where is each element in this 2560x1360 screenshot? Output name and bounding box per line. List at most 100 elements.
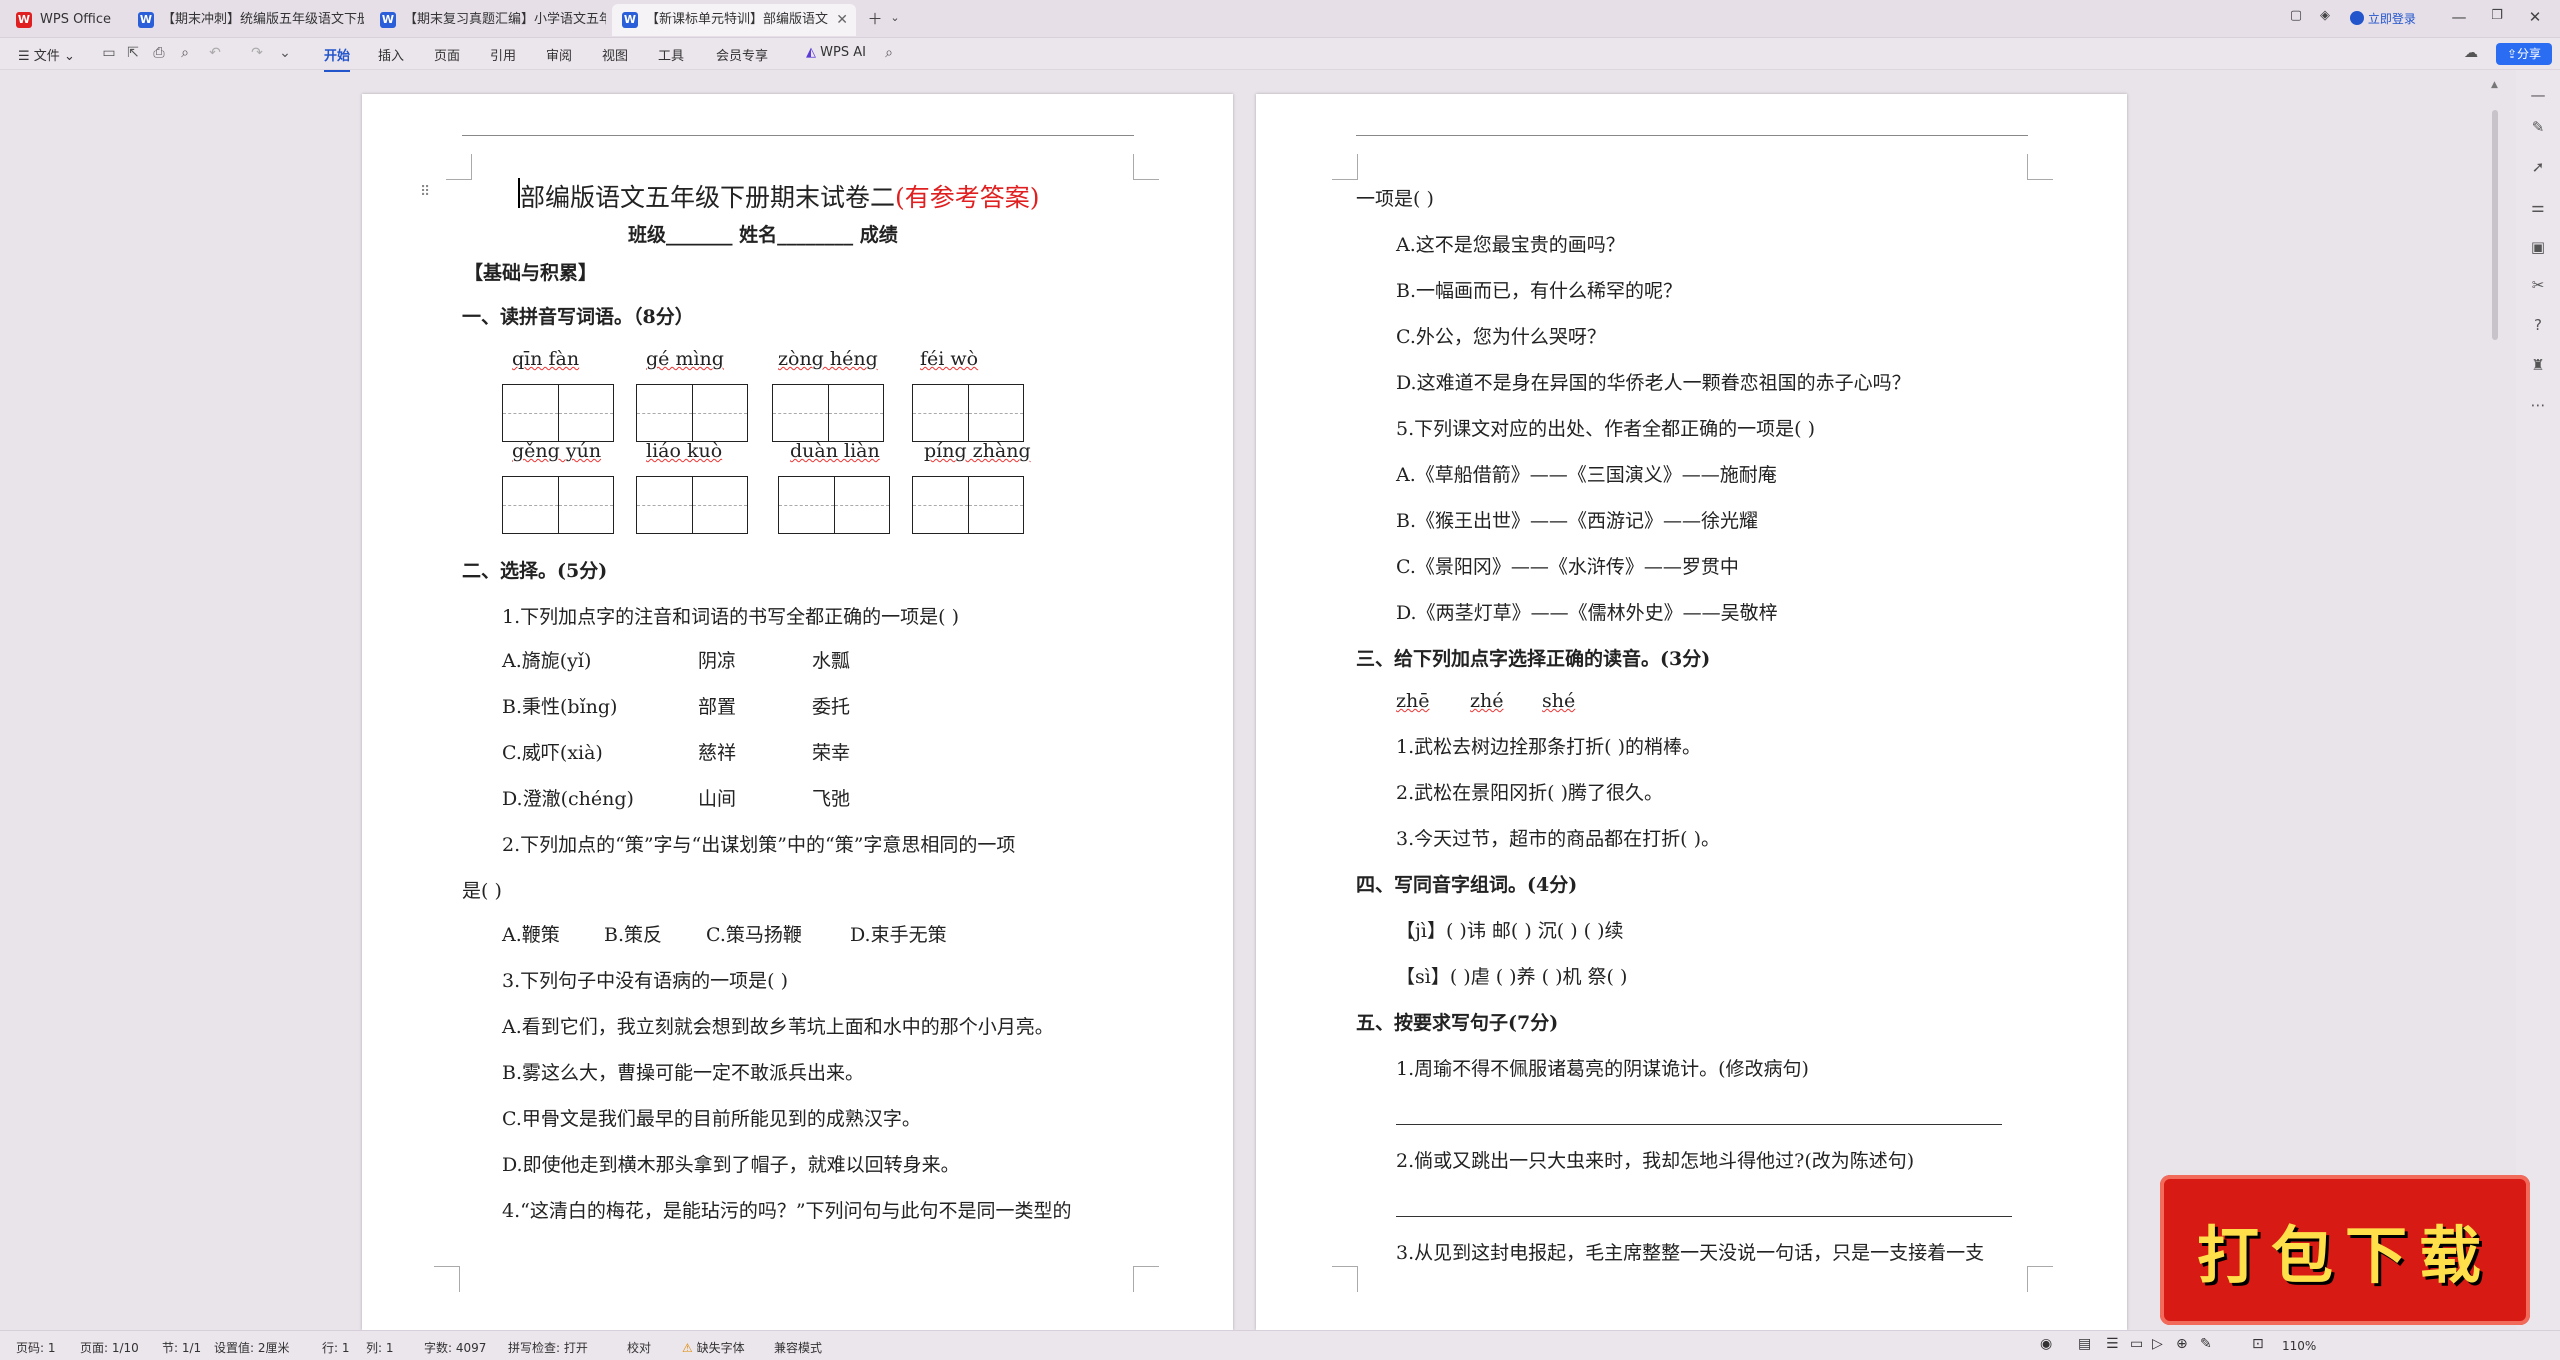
writing-grid[interactable]: [778, 476, 890, 534]
image-icon[interactable]: ▣: [2528, 238, 2548, 258]
cursor-icon[interactable]: ➚: [2528, 158, 2548, 178]
option-text: B.雾这么大，曹操可能一定不敢派兵出来。: [502, 1062, 865, 1084]
question-text: 【sì】( )虐 ( )养 ( )机 祭( ): [1396, 966, 1628, 988]
web-view-icon[interactable]: ▭: [2130, 1336, 2143, 1352]
crop-mark: [1133, 1266, 1159, 1292]
tab-view[interactable]: 视图: [602, 45, 628, 64]
option-text: C.甲骨文是我们最早的目前所能见到的成熟汉字。: [502, 1108, 921, 1130]
print-preview-icon[interactable]: ⌕: [176, 44, 194, 62]
chevron-down-icon[interactable]: ⌄: [884, 11, 906, 24]
more-icon[interactable]: ⋯: [2528, 396, 2548, 416]
more-chevron-icon[interactable]: ⌄: [276, 44, 294, 62]
play-icon[interactable]: ▷: [2152, 1336, 2163, 1352]
tab-review[interactable]: 审阅: [546, 45, 572, 64]
option-text: 阴凉: [698, 650, 737, 672]
status-pages[interactable]: 页面: 1/10: [80, 1339, 139, 1356]
status-font[interactable]: ⚠ 缺失字体: [682, 1339, 745, 1356]
menu-bar: ☰ 文件 ⌄ ▭ ⇱ ⎙ ⌕ ↶ ↷ ⌄ 开始 插入 页面 引用 审阅 视图 工…: [0, 38, 2560, 72]
close-window-icon[interactable]: ✕: [2524, 8, 2546, 26]
writing-grid[interactable]: [502, 476, 614, 534]
export-pdf-icon[interactable]: ⇱: [124, 44, 142, 62]
download-stamp[interactable]: 打包下载: [2160, 1175, 2530, 1325]
adjust-icon[interactable]: ⚌: [2528, 198, 2548, 218]
close-tab-icon[interactable]: ✕: [836, 4, 848, 36]
question-text: 5.下列课文对应的出处、作者全都正确的一项是( ): [1396, 418, 1815, 440]
share-icon: ⇪: [2506, 47, 2518, 61]
globe-icon[interactable]: ⊕: [2176, 1336, 2188, 1352]
help-icon[interactable]: ?: [2528, 316, 2548, 336]
document-page-1[interactable]: ⠿ 部编版语文五年级下册期末试卷二(有参考答案) 班级_______ 姓名___…: [362, 94, 1233, 1330]
writing-grid[interactable]: [912, 476, 1024, 534]
tab-page[interactable]: 页面: [434, 45, 460, 64]
tools-icon[interactable]: ✂: [2528, 276, 2548, 296]
question-text: 1.下列加点字的注音和词语的书写全都正确的一项是( ): [502, 606, 959, 628]
writing-grid[interactable]: [502, 384, 614, 442]
tab-home[interactable]: 开始: [324, 45, 351, 72]
undo-icon[interactable]: ↶: [206, 44, 224, 62]
status-setting: 设置值: 2厘米: [214, 1341, 290, 1355]
tab-insert[interactable]: 插入: [378, 45, 404, 64]
tab-member[interactable]: 会员专享: [716, 45, 768, 64]
fit-icon[interactable]: ⊡: [2252, 1336, 2264, 1352]
shirt-icon[interactable]: ♜: [2528, 356, 2548, 376]
tab-tools[interactable]: 工具: [658, 45, 684, 64]
redo-icon[interactable]: ↷: [248, 44, 266, 62]
zoom-level[interactable]: 110%: [2282, 1339, 2316, 1353]
question-1-heading: 一、读拼音写词语。（8分）: [462, 306, 694, 328]
scroll-up-icon[interactable]: ▲: [2491, 80, 2498, 90]
option-text: A.这不是您最宝贵的画吗？: [1396, 234, 1625, 256]
drag-handle-icon[interactable]: ⠿: [420, 184, 430, 200]
tab-document-2[interactable]: W 【期末复习真题汇编】小学语文五年级: [370, 4, 606, 36]
login-button[interactable]: 立即登录: [2350, 10, 2416, 27]
outline-view-icon[interactable]: ☰: [2106, 1336, 2119, 1352]
search-icon[interactable]: ⌕: [880, 44, 898, 62]
crop-mark: [1332, 154, 1358, 180]
hamburger-icon: ☰: [18, 49, 34, 64]
option-text: 部置: [698, 696, 737, 718]
header-line: [1356, 135, 2028, 136]
page-view-icon[interactable]: ▤: [2078, 1336, 2091, 1352]
tab-document-3[interactable]: W 【新课标单元特训】部编版语文 ✕: [612, 4, 856, 36]
tab-wps-office[interactable]: W WPS Office: [6, 4, 126, 36]
stamp-label: 打包下载: [2196, 1219, 2493, 1292]
eye-icon[interactable]: ◉: [2040, 1336, 2052, 1352]
student-info: 班级_______ 姓名________ 成绩: [628, 224, 898, 246]
writing-grid[interactable]: [912, 384, 1024, 442]
vertical-scrollbar[interactable]: [2492, 110, 2498, 340]
word-doc-icon: W: [622, 12, 638, 28]
status-proof[interactable]: 校对: [627, 1339, 651, 1356]
page-title: 部编版语文五年级下册期末试卷二(有参考答案): [520, 183, 1040, 212]
cloud-icon[interactable]: ☁: [2462, 44, 2480, 62]
option-text: 慈祥: [698, 742, 737, 764]
writing-grid[interactable]: [772, 384, 884, 442]
print-icon[interactable]: ⎙: [150, 44, 168, 62]
answer-line[interactable]: [1396, 1124, 2002, 1125]
question-text: 2.武松在景阳冈折( )腾了很久。: [1396, 782, 1663, 804]
document-page-2[interactable]: 一项是( ) A.这不是您最宝贵的画吗？ B.一幅画而已，有什么稀罕的呢？ C.…: [1256, 94, 2127, 1330]
writing-grid[interactable]: [636, 384, 748, 442]
word-doc-icon: W: [138, 12, 154, 28]
option-text: D.束手无策: [850, 924, 947, 946]
status-spell[interactable]: 拼写检查: 打开: [508, 1339, 588, 1356]
cube-icon[interactable]: ◈: [2314, 8, 2336, 23]
wps-ai-button[interactable]: ◭ WPS AI: [806, 45, 866, 60]
pen-icon[interactable]: ✎: [2528, 118, 2548, 138]
crop-mark: [446, 154, 472, 180]
crop-mark: [434, 1266, 460, 1292]
file-menu[interactable]: ☰ 文件 ⌄: [18, 45, 75, 64]
edit-icon[interactable]: ✎: [2200, 1336, 2212, 1352]
option-text: D.即使他走到横木那头拿到了帽子，就难以回转身来。: [502, 1154, 960, 1176]
tab-references[interactable]: 引用: [490, 45, 516, 64]
minus-icon[interactable]: —: [2528, 86, 2548, 106]
share-button[interactable]: ⇪分享: [2496, 43, 2552, 65]
tab-document-1[interactable]: W 【期末冲刺】统编版五年级语文下册: [128, 4, 364, 36]
answer-line[interactable]: [1396, 1216, 2012, 1217]
minimize-icon[interactable]: —: [2448, 8, 2470, 26]
status-words[interactable]: 字数: 4097: [424, 1339, 486, 1356]
window-icon[interactable]: ▢: [2285, 8, 2307, 23]
restore-icon[interactable]: ❐: [2486, 8, 2508, 23]
save-icon[interactable]: ▭: [100, 44, 118, 62]
writing-grid[interactable]: [636, 476, 748, 534]
crop-mark: [2027, 154, 2053, 180]
new-tab-icon[interactable]: ＋: [864, 8, 886, 29]
